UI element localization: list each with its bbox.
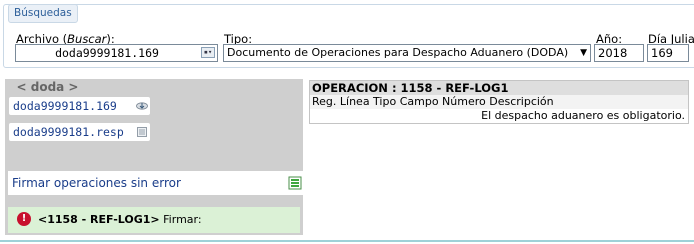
day-value: 169 [651, 46, 673, 60]
operation-table-header: Reg. Línea Tipo Campo Número Descripción [310, 95, 688, 109]
error-operation: <1158 - REF-LOG1> [38, 213, 160, 226]
search-legend: Búsquedas [8, 4, 78, 23]
file-item-name: doda9999181.resp [13, 125, 124, 139]
error-text: Firmar: [163, 213, 202, 226]
sign-operations-button[interactable]: Firmar operaciones sin error [8, 171, 304, 195]
sign-operations-label: Firmar operaciones sin error [12, 176, 181, 190]
operation-panel: OPERACION : 1158 - REF-LOG1 Reg. Línea T… [309, 80, 689, 124]
file-search-input[interactable]: doda9999181.169 ▪▾ [15, 44, 218, 62]
browse-icon[interactable]: ▪▾ [201, 47, 215, 58]
type-select-value: Documento de Operaciones para Despacho A… [227, 46, 569, 59]
file-panel: < doda > doda9999181.169 doda9999181.res… [5, 79, 304, 235]
file-item-name: doda9999181.169 [13, 99, 117, 113]
panel-title: < doda > [16, 80, 79, 94]
file-item[interactable]: doda9999181.169 [9, 97, 150, 115]
chevron-down-icon: ▼ [580, 48, 587, 58]
file-search-value: doda9999181.169 [55, 46, 159, 60]
year-input[interactable]: 2018 [594, 44, 644, 62]
error-item: ! <1158 - REF-LOG1> Firmar: [8, 207, 300, 233]
type-select[interactable]: Documento de Operaciones para Despacho A… [223, 44, 591, 62]
operation-message: El despacho aduanero es obligatorio. [481, 109, 685, 122]
sign-list-icon [288, 176, 302, 190]
file-item[interactable]: doda9999181.resp [9, 123, 150, 141]
year-value: 2018 [598, 46, 628, 60]
document-icon[interactable] [136, 127, 148, 137]
day-input[interactable]: 169 [647, 44, 689, 62]
bottom-divider [0, 240, 694, 242]
cloud-download-icon[interactable] [136, 101, 148, 111]
operation-title: OPERACION : 1158 - REF-LOG1 [310, 81, 688, 95]
error-icon: ! [17, 212, 31, 226]
